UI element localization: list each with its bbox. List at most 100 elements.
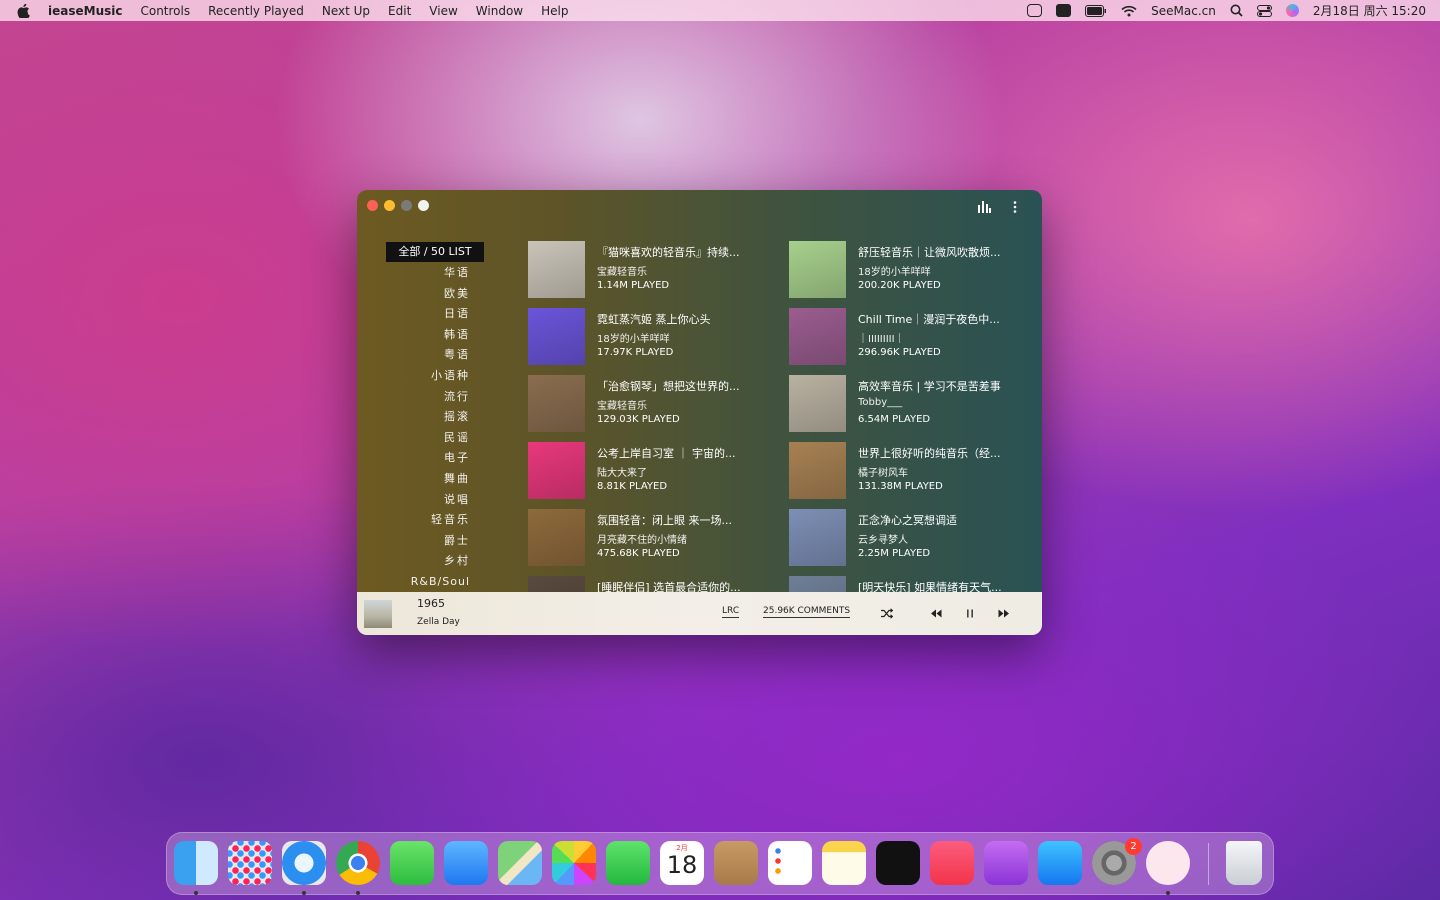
playlist-card[interactable]: 霓虹蒸汽姬 蒸上你心头 18岁的小羊咩咩 17.97K PLAYED bbox=[528, 308, 768, 366]
playlist-title[interactable]: [明天快乐] 如果情绪有天气... bbox=[858, 579, 1028, 592]
playlist-card[interactable]: 舒压轻音乐｜让微风吹散烦... 18岁的小羊咩咩 200.20K PLAYED bbox=[789, 241, 1028, 299]
playlist-cover[interactable] bbox=[789, 576, 846, 592]
playlist-card[interactable]: [睡眠伴侣] 选首最合适你的... bbox=[528, 576, 768, 592]
more-options-icon[interactable] bbox=[1008, 200, 1022, 214]
playlist-creator[interactable]: ｜IIIIIIIII｜ bbox=[858, 330, 905, 345]
category-item[interactable]: 乡村 bbox=[357, 551, 485, 572]
playlist-card[interactable]: 正念净心之冥想调适 云乡寻梦人 2.25M PLAYED bbox=[789, 509, 1028, 567]
playlist-cover[interactable] bbox=[528, 241, 585, 298]
contacts-icon[interactable] bbox=[714, 841, 758, 885]
menu-help[interactable]: Help bbox=[541, 4, 568, 18]
menu-window[interactable]: Window bbox=[476, 4, 523, 18]
category-item[interactable]: 说唱 bbox=[357, 490, 485, 511]
comments-button[interactable]: 25.96K COMMENTS bbox=[763, 606, 851, 618]
now-playing-artist[interactable]: Zella Day bbox=[417, 617, 460, 627]
playlist-creator[interactable]: Tobby___ bbox=[858, 397, 902, 408]
app-store-icon[interactable] bbox=[1038, 841, 1082, 885]
next-track-icon[interactable] bbox=[998, 608, 1010, 619]
playlist-title[interactable]: 氛围轻音：闭上眼 来一场... bbox=[597, 512, 772, 528]
playlist-creator[interactable]: 宝藏轻音乐 bbox=[597, 397, 647, 412]
menu-clock[interactable]: 2月18日 周六 15:20 bbox=[1313, 2, 1426, 19]
menu-recently-played[interactable]: Recently Played bbox=[208, 4, 304, 18]
now-playing-cover[interactable] bbox=[364, 600, 392, 628]
reminders-icon[interactable] bbox=[768, 841, 812, 885]
category-item[interactable]: 日语 bbox=[357, 304, 485, 325]
category-item[interactable]: 爵士 bbox=[357, 531, 485, 552]
playlist-creator[interactable]: 月亮藏不住的小情绪 bbox=[597, 531, 687, 546]
battery-icon[interactable] bbox=[1085, 4, 1107, 17]
playlist-creator[interactable]: 云乡寻梦人 bbox=[858, 531, 908, 546]
category-item[interactable]: 电子 bbox=[357, 448, 485, 469]
pause-icon[interactable] bbox=[964, 608, 976, 619]
playlist-title[interactable]: Chill Time｜漫润于夜色中... bbox=[858, 311, 1028, 327]
menu-site-label[interactable]: SeeMac.cn bbox=[1151, 4, 1216, 18]
category-item[interactable]: 欧美 bbox=[357, 284, 485, 305]
playlist-cover[interactable] bbox=[789, 241, 846, 298]
playlist-cover[interactable] bbox=[789, 442, 846, 499]
category-item[interactable]: 韩语 bbox=[357, 325, 485, 346]
playlist-card[interactable]: 公考上岸自习室 ｜ 宇宙的... 陆大大来了 8.81K PLAYED bbox=[528, 442, 768, 500]
playlist-creator[interactable]: 橘子树风车 bbox=[858, 464, 908, 479]
safari-icon[interactable] bbox=[282, 841, 326, 885]
mail-icon[interactable] bbox=[444, 841, 488, 885]
wifi-icon[interactable] bbox=[1121, 5, 1137, 17]
facetime-icon[interactable] bbox=[606, 841, 650, 885]
playlist-cover[interactable] bbox=[789, 509, 846, 566]
playlist-cover[interactable] bbox=[528, 375, 585, 432]
playlist-cover[interactable] bbox=[528, 576, 585, 592]
now-playing-title[interactable]: 1965 bbox=[417, 597, 445, 610]
playlist-cover[interactable] bbox=[528, 509, 585, 566]
iease-music-icon[interactable] bbox=[1146, 841, 1190, 885]
minimize-button[interactable] bbox=[384, 200, 395, 211]
playlist-title[interactable]: 公考上岸自习室 ｜ 宇宙的... bbox=[597, 445, 772, 461]
photos-icon[interactable] bbox=[552, 841, 596, 885]
playlist-creator[interactable]: 18岁的小羊咩咩 bbox=[858, 263, 931, 278]
launchpad-icon[interactable] bbox=[228, 841, 272, 885]
category-item[interactable]: 舞曲 bbox=[357, 469, 485, 490]
fullscreen-button[interactable] bbox=[418, 200, 429, 211]
playlist-card[interactable]: 「治愈钢琴」想把这世界的... 宝藏轻音乐 129.03K PLAYED bbox=[528, 375, 768, 433]
playlist-title[interactable]: 舒压轻音乐｜让微风吹散烦... bbox=[858, 244, 1028, 260]
playlist-card[interactable]: 世界上很好听的纯音乐（经... 橘子树风车 131.38M PLAYED bbox=[789, 442, 1028, 500]
previous-track-icon[interactable] bbox=[930, 608, 942, 619]
category-item[interactable]: 华语 bbox=[357, 263, 485, 284]
playlist-title[interactable]: 『猫咪喜欢的轻音乐』持续... bbox=[597, 244, 772, 260]
playlist-title[interactable]: 高效率音乐 | 学习不是苦差事 bbox=[858, 378, 1028, 394]
menu-view[interactable]: View bbox=[429, 4, 457, 18]
zoom-button-disabled[interactable] bbox=[401, 200, 412, 211]
playlist-title[interactable]: [睡眠伴侣] 选首最合适你的... bbox=[597, 579, 772, 592]
equalizer-icon[interactable] bbox=[976, 200, 992, 214]
category-item[interactable]: 小语种 bbox=[357, 366, 485, 387]
playlist-creator[interactable]: 陆大大来了 bbox=[597, 464, 647, 479]
control-center-icon[interactable] bbox=[1256, 4, 1272, 17]
menu-app-name[interactable]: ieaseMusic bbox=[48, 4, 122, 18]
playlist-creator[interactable]: 18岁的小羊咩咩 bbox=[597, 330, 670, 345]
menu-edit[interactable]: Edit bbox=[388, 4, 411, 18]
lyrics-button[interactable]: LRC bbox=[722, 606, 740, 618]
apple-tv-icon[interactable] bbox=[876, 841, 920, 885]
category-item[interactable]: 民谣 bbox=[357, 428, 485, 449]
music-icon[interactable] bbox=[930, 841, 974, 885]
messages-icon[interactable] bbox=[390, 841, 434, 885]
close-button[interactable] bbox=[367, 200, 378, 211]
notes-icon[interactable] bbox=[822, 841, 866, 885]
maps-icon[interactable] bbox=[498, 841, 542, 885]
menu-next-up[interactable]: Next Up bbox=[322, 4, 370, 18]
playlist-card[interactable]: Chill Time｜漫润于夜色中... ｜IIIIIIIII｜ 296.96K… bbox=[789, 308, 1028, 366]
category-item[interactable]: R&B/Soul bbox=[357, 572, 485, 593]
playlist-cover[interactable] bbox=[789, 375, 846, 432]
playlist-title[interactable]: 「治愈钢琴」想把这世界的... bbox=[597, 378, 772, 394]
pinyin-icon[interactable] bbox=[1056, 4, 1072, 17]
category-item[interactable]: 流行 bbox=[357, 387, 485, 408]
siri-icon[interactable] bbox=[1285, 4, 1299, 17]
category-item[interactable]: 轻音乐 bbox=[357, 510, 485, 531]
calendar-icon[interactable]: 2月 18 bbox=[660, 841, 704, 885]
category-item[interactable]: 摇滚 bbox=[357, 407, 485, 428]
category-all[interactable]: 全部 / 50 LIST bbox=[386, 242, 484, 262]
finder-icon[interactable] bbox=[174, 841, 218, 885]
playlist-cover[interactable] bbox=[528, 442, 585, 499]
playlist-title[interactable]: 正念净心之冥想调适 bbox=[858, 512, 1028, 528]
playlist-card[interactable]: [明天快乐] 如果情绪有天气... bbox=[789, 576, 1028, 592]
playlist-title[interactable]: 霓虹蒸汽姬 蒸上你心头 bbox=[597, 311, 772, 327]
apple-icon[interactable] bbox=[17, 3, 30, 18]
